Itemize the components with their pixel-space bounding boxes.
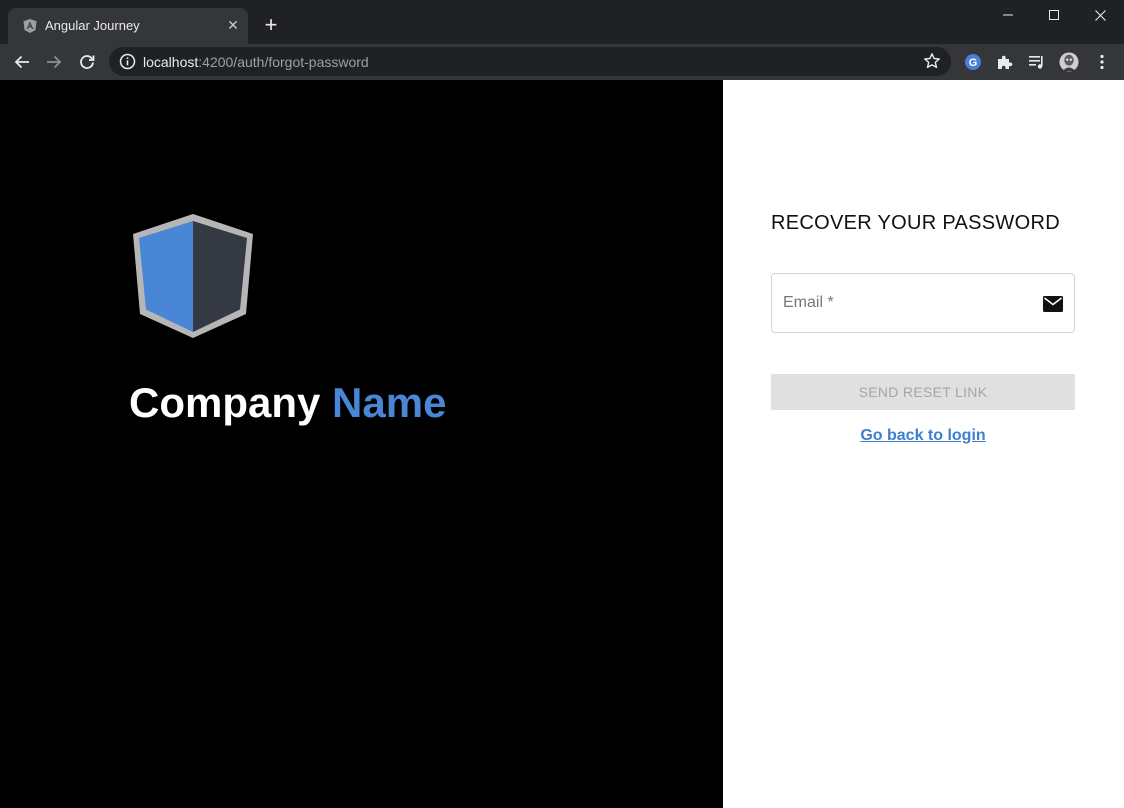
tab-title: Angular Journey bbox=[45, 18, 140, 33]
close-icon bbox=[1094, 9, 1106, 21]
forward-button[interactable] bbox=[40, 48, 68, 76]
envelope-icon bbox=[1042, 295, 1064, 313]
reload-icon bbox=[80, 55, 95, 69]
extensions-puzzle-icon[interactable] bbox=[995, 52, 1015, 72]
url-text: localhost:4200/auth/forgot-password bbox=[143, 54, 369, 70]
arrow-right-icon bbox=[47, 55, 62, 69]
browser-toolbar: localhost:4200/auth/forgot-password G bbox=[0, 44, 1124, 80]
svg-text:G: G bbox=[969, 57, 978, 69]
back-button[interactable] bbox=[8, 48, 36, 76]
more-vertical-icon bbox=[1100, 54, 1104, 70]
window-minimize-button[interactable] bbox=[985, 0, 1031, 30]
company-name-second: Name bbox=[332, 379, 447, 426]
maximize-icon bbox=[1049, 10, 1059, 20]
address-bar[interactable]: localhost:4200/auth/forgot-password bbox=[109, 47, 951, 76]
window-close-button[interactable] bbox=[1077, 0, 1123, 30]
email-field[interactable] bbox=[771, 273, 1075, 333]
media-queue-icon[interactable] bbox=[1027, 52, 1047, 72]
angular-favicon-icon bbox=[22, 18, 38, 34]
url-host: localhost bbox=[143, 54, 199, 70]
brand-panel: Company Name bbox=[0, 80, 723, 808]
browser-tabstrip: Angular Journey ✕ + bbox=[0, 0, 1124, 44]
window-maximize-button[interactable] bbox=[1031, 0, 1077, 30]
new-tab-button[interactable]: + bbox=[258, 13, 284, 39]
back-to-login-link[interactable]: Go back to login bbox=[771, 427, 1075, 445]
url-path: :4200/auth/forgot-password bbox=[198, 54, 369, 70]
page-content: Company Name RECOVER YOUR PASSWORD SEND … bbox=[0, 80, 1124, 808]
company-name: Company Name bbox=[129, 382, 446, 424]
recover-form-panel: RECOVER YOUR PASSWORD SEND RESET LINK Go… bbox=[723, 80, 1124, 808]
browser-tab[interactable]: Angular Journey ✕ bbox=[8, 8, 248, 44]
shield-logo-icon bbox=[128, 208, 258, 344]
google-extension-icon[interactable]: G bbox=[963, 52, 983, 72]
page-title: RECOVER YOUR PASSWORD bbox=[771, 212, 1060, 234]
minimize-icon bbox=[1003, 14, 1013, 16]
send-reset-link-button[interactable]: SEND RESET LINK bbox=[771, 374, 1075, 410]
email-input[interactable] bbox=[783, 274, 1033, 332]
bookmark-star-icon[interactable] bbox=[923, 52, 941, 70]
browser-menu-button[interactable] bbox=[1092, 52, 1112, 72]
tab-close-icon[interactable]: ✕ bbox=[224, 16, 242, 34]
profile-avatar[interactable] bbox=[1059, 52, 1079, 72]
company-name-first: Company bbox=[129, 379, 321, 426]
reload-button[interactable] bbox=[73, 48, 101, 76]
arrow-left-icon bbox=[14, 55, 29, 69]
site-info-icon[interactable] bbox=[119, 53, 136, 70]
